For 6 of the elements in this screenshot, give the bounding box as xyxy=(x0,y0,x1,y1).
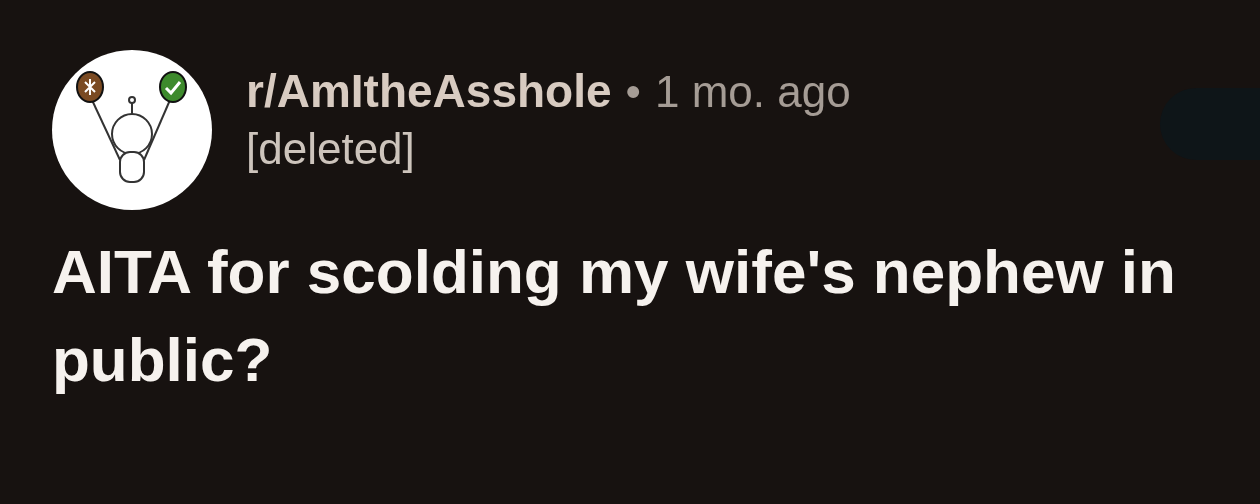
post-author[interactable]: [deleted] xyxy=(246,124,1126,174)
post-title: AITA for scolding my wife's nephew in public? xyxy=(52,236,1177,396)
subreddit-name[interactable]: r/AmItheAsshole xyxy=(246,64,612,118)
post-age: 1 mo. ago xyxy=(654,67,851,117)
subreddit-avatar[interactable] xyxy=(52,50,212,210)
separator-dot: • xyxy=(625,67,641,117)
